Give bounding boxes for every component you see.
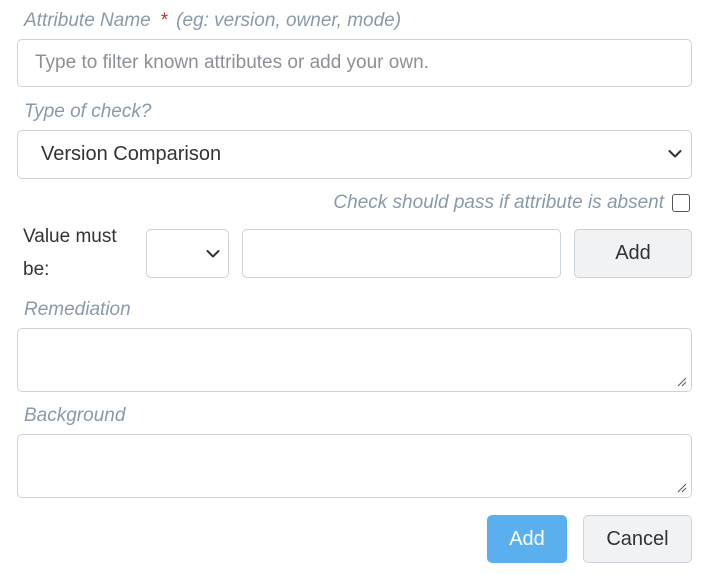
background-label: Background (24, 405, 126, 426)
type-of-check-label: Type of check? (24, 101, 152, 122)
operator-select[interactable] (146, 229, 229, 278)
attribute-name-hint: (eg: version, owner, mode) (176, 10, 402, 31)
resize-handle-icon[interactable] (677, 483, 687, 493)
attribute-name-label: Attribute Name * (eg: version, owner, mode… (24, 10, 401, 32)
remediation-label: Remediation (24, 299, 131, 320)
background-textarea[interactable] (17, 434, 692, 498)
cancel-button[interactable]: Cancel (583, 515, 692, 563)
attribute-name-label-text: Attribute Name (24, 10, 151, 31)
value-must-be-label-line1: Value must (23, 226, 117, 247)
remediation-textarea[interactable] (17, 328, 692, 392)
value-must-be-label-line2: be: (23, 259, 50, 280)
add-value-button[interactable]: Add (574, 229, 692, 278)
value-input[interactable] (242, 229, 561, 278)
add-submit-button[interactable]: Add (487, 515, 567, 563)
attribute-name-input[interactable]: Type to filter known attributes or add y… (17, 39, 692, 87)
absent-pass-label: Check should pass if attribute is absent (333, 192, 664, 213)
chevron-down-icon (668, 150, 682, 158)
type-of-check-value: Version Comparison (41, 143, 222, 165)
required-marker: * (160, 10, 169, 31)
absent-pass-checkbox[interactable] (672, 194, 690, 212)
chevron-down-icon (206, 250, 220, 258)
type-of-check-select[interactable]: Version Comparison (17, 130, 692, 179)
resize-handle-icon[interactable] (677, 377, 687, 387)
attribute-name-placeholder: Type to filter known attributes or add y… (35, 52, 429, 73)
